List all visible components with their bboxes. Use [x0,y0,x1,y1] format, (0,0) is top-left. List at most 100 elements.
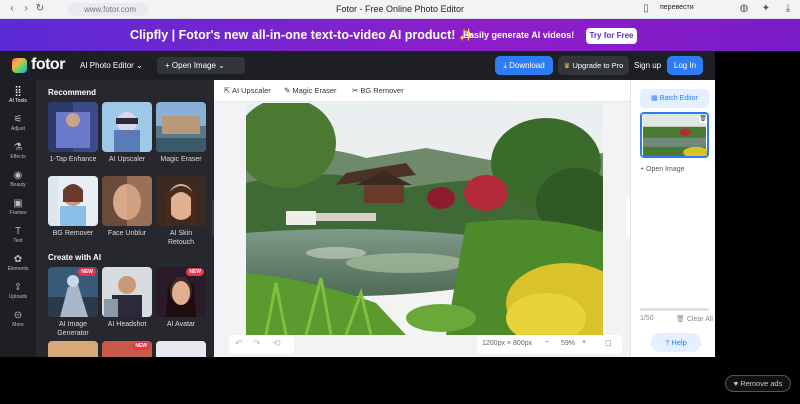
new-badge: NEW [132,342,150,350]
grid-icon: ⣿ [14,86,22,97]
recommend-card-1-tap-enhance[interactable]: 1-Tap Enhance [48,102,98,164]
magic-eraser-tool[interactable]: ✎ Magic Eraser [284,86,337,95]
bookmark-icon[interactable]: ▯ [640,3,652,15]
more-tool-thumbnail[interactable]: NEW [102,341,152,357]
remove-ads-label: Remove ads [740,379,783,388]
recommend-label: Magic Eraser [160,156,202,163]
remove-ads-button[interactable]: ♥ Remove ads [725,375,791,392]
fotor-logo-icon[interactable] [12,58,27,73]
help-button[interactable]: ? Help [651,333,701,352]
bg-remover-tool[interactable]: ✂ BG Remover [352,86,404,95]
rail-label: Frames [9,210,27,216]
zoom-bar: 1200px × 800px − 59% + ▢ [477,335,622,354]
recommend-card-ai-skin-retouch[interactable]: AI Skin Retouch [156,176,206,247]
new-badge: NEW [186,268,204,276]
reset-icon[interactable]: ⟲ [273,338,281,349]
recommend-thumbnail [48,102,98,152]
ai-photo-editor-menu[interactable]: AI Photo Editor ⌄ [80,61,143,70]
zoom-in-icon[interactable]: + [582,339,586,346]
elements-icon: ✿ [13,254,23,265]
rail-item-text[interactable]: T Text [0,226,36,244]
upgrade-label: Upgrade to Pro [572,61,624,70]
ai-upscaler-label: AI Upscaler [231,86,271,95]
rail-label: Effects [10,154,26,160]
try-for-free-button[interactable]: Try for Free [586,28,637,44]
recommend-label: AI Upscaler [108,156,146,163]
recommend-label: Face Unblur [107,230,147,237]
frame-icon: ▣ [13,198,23,209]
download-browser-icon[interactable]: ⤓ [782,3,794,15]
translate-extension[interactable]: перевести [660,4,694,11]
clear-all-button[interactable]: 🗑 Clear All [676,315,713,323]
clear-all-label: Clear All [686,316,713,323]
batch-icon: ▦ [651,95,660,102]
create-card-ai-headshot[interactable]: AI Headshot [102,267,152,329]
download-button[interactable]: ⤓ Download [495,56,553,75]
right-panel: ▦ Batch Editor 🗑 + Open Image 1/50 🗑 Cle… [630,80,715,357]
download-label: Download [509,61,545,70]
right-open-image[interactable]: + Open Image [640,166,685,173]
extensions-icon[interactable]: ✦ [760,3,772,15]
canvas-area: ⇱ AI Upscaler ✎ Magic Eraser ✂ BG Remove… [214,80,630,357]
more-tool-thumbnail[interactable] [48,341,98,357]
bg-remover-label: BG Remover [360,86,404,95]
tool-rail: ⣿ AI Tools ⚟ Adjust ⚗ Effects ◉ Beauty ▣ Frames T T… [0,80,36,357]
recommend-title: Recommend [48,88,97,97]
zoom-level[interactable]: 59% [561,340,575,347]
upscale-icon: ⇱ [224,86,232,95]
login-button[interactable]: Log In [667,56,703,75]
promo-text: Clipfly | Fotor's new all-in-one text-to… [130,28,475,42]
recommend-label: AI Skin Retouch [167,230,195,246]
undo-icon[interactable]: ↶ [235,338,243,349]
recommend-card-ai-upscaler[interactable]: AI Upscaler [102,102,152,164]
rail-label: Uploads [8,294,28,300]
flask-icon: ⚗ [13,142,23,153]
more-tool-thumbnail[interactable] [156,341,206,357]
rail-item-beauty[interactable]: ◉ Beauty [0,170,36,188]
browser-toolbar: ‹ › ↻ www.fotor.com Fotor - Free Online … [0,0,800,19]
create-thumbnail: NEW [156,267,206,317]
rail-item-effects[interactable]: ⚗ Effects [0,142,36,160]
rail-item-uploads[interactable]: ⇪ Uploads [0,282,36,300]
text-icon: T [14,226,22,237]
eye-icon: ◉ [13,170,23,181]
app-header: fotor AI Photo Editor ⌄ + Open Image ⌄ ⤓… [0,51,715,80]
open-image-button[interactable]: + Open Image ⌄ [157,57,245,74]
canvas-size: 1200px × 800px [482,340,533,347]
recommend-thumbnail [102,102,152,152]
rail-label: Beauty [10,182,26,188]
globe-icon[interactable]: ◍ [738,3,750,15]
thumbnail-scrollbar[interactable] [640,308,709,311]
batch-editor-label: Batch Editor [659,95,698,102]
quick-tools-bar: ⇱ AI Upscaler ✎ Magic Eraser ✂ BG Remove… [214,80,630,102]
batch-editor-button[interactable]: ▦ Batch Editor [640,89,709,108]
garden-photo[interactable] [246,103,603,335]
recommend-card-face-unblur[interactable]: Face Unblur [102,176,152,238]
rail-label: Text [13,238,23,244]
create-card-ai-image-generator[interactable]: NEW AI Image Generator [48,267,98,338]
rail-item-frames[interactable]: ▣ Frames [0,198,36,216]
recommend-thumbnail [156,102,206,152]
upgrade-button[interactable]: ♛ Upgrade to Pro [558,56,629,75]
redo-icon[interactable]: ↷ [253,338,261,349]
recommend-card-bg-remover[interactable]: BG Remover [48,176,98,238]
rail-item-more[interactable]: ⊝ More [0,310,36,328]
sliders-icon: ⚟ [13,114,23,125]
trash-icon: 🗑 [676,316,687,323]
rail-item-adjust[interactable]: ⚟ Adjust [0,114,36,132]
delete-thumbnail-icon[interactable]: 🗑 [699,115,707,123]
upload-icon: ⇪ [13,282,23,293]
signup-link[interactable]: Sign up [634,61,661,70]
create-card-ai-avatar[interactable]: NEW AI Avatar [156,267,206,329]
more-icon: ⊝ [13,310,23,321]
ai-upscaler-tool[interactable]: ⇱ AI Upscaler [224,86,271,95]
rail-item-ai-tools[interactable]: ⣿ AI Tools [0,86,36,104]
right-open-label: Open Image [646,166,685,173]
zoom-out-icon[interactable]: − [545,339,549,346]
promo-subtext: Easily generate AI videos! [463,30,575,40]
fotor-logo-text[interactable]: fotor [31,56,65,74]
rail-item-elements[interactable]: ✿ Elements [0,254,36,272]
recommend-thumbnail [156,176,206,226]
fit-screen-icon[interactable]: ▢ [605,339,612,347]
recommend-card-magic-eraser[interactable]: Magic Eraser [156,102,206,164]
